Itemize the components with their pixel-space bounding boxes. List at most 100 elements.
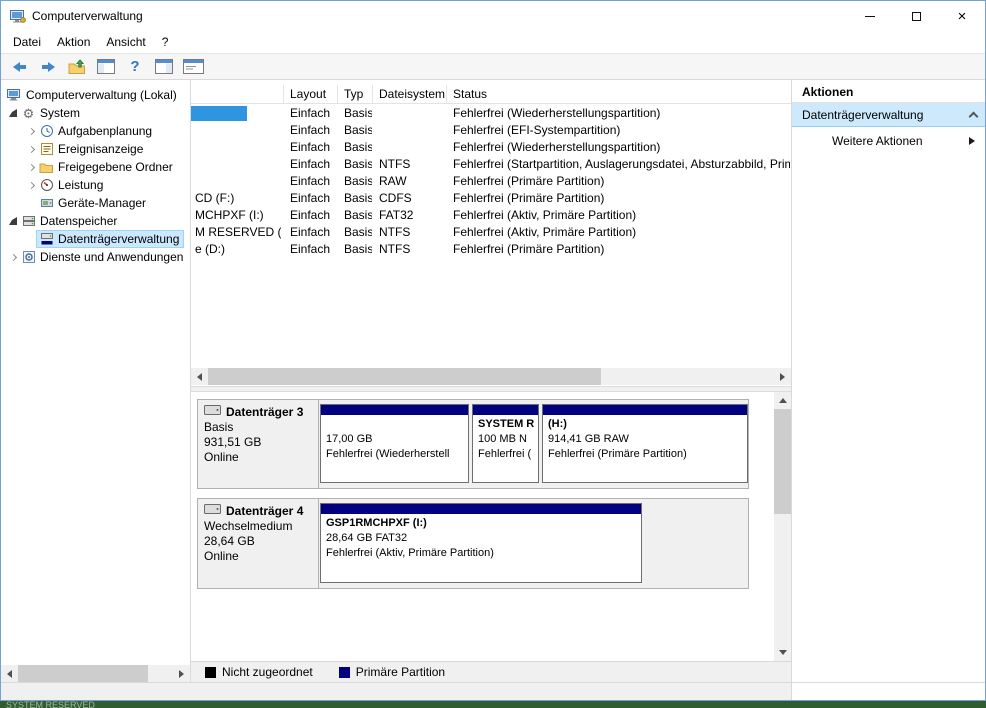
scroll-left-icon[interactable] <box>1 665 18 682</box>
primary-partition-color-bar <box>543 405 747 415</box>
chevron-collapsed-icon[interactable] <box>25 125 37 137</box>
chevron-collapsed-icon[interactable] <box>25 143 37 155</box>
disk-row-datentraeger-4: Datenträger 4 Wechselmedium 28,64 GB Onl… <box>197 498 749 589</box>
device-manager-icon <box>39 196 54 210</box>
volume-fs: NTFS <box>379 242 411 256</box>
scroll-left-icon[interactable] <box>191 368 208 385</box>
chevron-expanded-icon[interactable] <box>7 215 19 227</box>
tree-item-system[interactable]: ⚙ System <box>1 104 190 122</box>
partition-system-reserved[interactable]: SYSTEM R 100 MB N Fehlerfrei ( <box>472 404 539 483</box>
tree-item-datentraegerverwaltung[interactable]: Datenträgerverwaltung <box>1 230 190 248</box>
volume-list-header: Layout Typ Dateisystem Status <box>191 85 791 104</box>
menu-help[interactable]: ? <box>154 32 177 52</box>
screen: Computerverwaltung × Datei Aktion Ansich… <box>0 0 986 708</box>
chevron-collapsed-icon[interactable] <box>25 179 37 191</box>
unallocated-swatch-icon <box>205 666 216 678</box>
performance-icon <box>39 178 54 192</box>
volume-typ: Basis <box>344 225 372 239</box>
volume-name: MCHPXF (I:) <box>195 208 264 222</box>
collapse-chevron-up-icon[interactable] <box>968 111 979 121</box>
computer-management-window: Computerverwaltung × Datei Aktion Ansich… <box>0 0 986 701</box>
volume-layout: Einfach <box>290 140 331 154</box>
tree-item-ereignisanzeige[interactable]: Ereignisanzeige <box>1 140 190 158</box>
volume-layout: Einfach <box>290 242 331 256</box>
scroll-right-icon[interactable] <box>173 665 190 682</box>
help-icon[interactable]: ? <box>124 56 146 78</box>
volume-typ: Basis <box>344 157 372 171</box>
tree-item-datenspeicher[interactable]: Datenspeicher <box>1 212 190 230</box>
menu-bar: Datei Aktion Ansicht ? <box>1 31 985 53</box>
tree-horizontal-scrollbar[interactable] <box>1 665 190 682</box>
tree-item-computerverwaltung[interactable]: Computerverwaltung (Lokal) <box>1 86 190 104</box>
tree-item-leistung[interactable]: Leistung <box>1 176 190 194</box>
volume-row[interactable]: Einfach Basis NTFS Fehlerfrei (Startpart… <box>191 156 791 173</box>
volume-row[interactable]: MCHPXF (I:) Einfach Basis FAT32 Fehlerfr… <box>191 207 791 224</box>
status-bar-right-section <box>791 683 985 700</box>
volume-row[interactable]: Einfach Basis Fehlerfrei (Wiederherstell… <box>191 139 791 156</box>
partition-recovery[interactable]: 17,00 GB Fehlerfrei (Wiederherstell <box>320 404 469 483</box>
graphic-view-vertical-scrollbar[interactable] <box>774 392 791 661</box>
scroll-up-icon[interactable] <box>774 392 791 409</box>
action-group-datentraegerverwaltung[interactable]: Datenträgerverwaltung <box>792 103 985 127</box>
volume-status: Fehlerfrei (Primäre Partition) <box>453 191 605 205</box>
column-header-layout[interactable]: Layout <box>284 85 338 104</box>
disk-media-type: Basis <box>204 420 234 434</box>
services-icon <box>21 250 36 264</box>
volume-typ: Basis <box>344 242 372 256</box>
volume-row[interactable]: CD (F:) Einfach Basis CDFS Fehlerfrei (P… <box>191 190 791 207</box>
forward-arrow-icon[interactable] <box>37 56 59 78</box>
maximize-button[interactable] <box>893 1 939 31</box>
scrollbar-thumb[interactable] <box>774 409 791 514</box>
background-window-strip: SYSTEM RESERVED <box>0 701 986 708</box>
storage-icon <box>21 214 36 228</box>
disk-header-datentraeger-3[interactable]: Datenträger 3 Basis 931,51 GB Online <box>198 400 319 488</box>
scrollbar-thumb[interactable] <box>18 665 148 682</box>
show-console-tree-icon[interactable] <box>95 56 117 78</box>
volume-row[interactable]: Einfach Basis Fehlerfrei (Wiederherstell… <box>191 105 791 122</box>
column-header-volume[interactable] <box>191 85 284 104</box>
volume-status: Fehlerfrei (Aktiv, Primäre Partition) <box>453 208 637 222</box>
chevron-collapsed-icon[interactable] <box>7 251 19 263</box>
tree-item-freigegebene-ordner[interactable]: Freigegebene Ordner <box>1 158 190 176</box>
properties-window-icon[interactable] <box>182 56 204 78</box>
volume-name: CD (F:) <box>195 191 235 205</box>
partition-legend: Nicht zugeordnet Primäre Partition <box>191 661 791 682</box>
menu-aktion[interactable]: Aktion <box>49 32 98 52</box>
tree-item-dienste-und-anwendungen[interactable]: Dienste und Anwendungen <box>1 248 190 266</box>
partition-h[interactable]: (H:) 914,41 GB RAW Fehlerfrei (Primäre P… <box>542 404 748 483</box>
column-header-dateisystem[interactable]: Dateisystem <box>373 85 447 104</box>
partition-i[interactable]: GSP1RMCHPXF (I:) 28,64 GB FAT32 Fehlerfr… <box>320 503 642 583</box>
partition-status: Fehlerfrei ( <box>478 448 532 460</box>
volume-list-horizontal-scrollbar[interactable] <box>191 368 791 385</box>
scroll-right-icon[interactable] <box>774 368 791 385</box>
task-scheduler-icon <box>39 124 54 138</box>
close-button[interactable]: × <box>939 1 985 31</box>
partition-size: 914,41 GB RAW <box>548 433 629 445</box>
disk-drive-icon <box>204 504 222 519</box>
disk-header-datentraeger-4[interactable]: Datenträger 4 Wechselmedium 28,64 GB Onl… <box>198 499 319 588</box>
scroll-down-icon[interactable] <box>774 644 791 661</box>
column-header-typ[interactable]: Typ <box>338 85 373 104</box>
minimize-button[interactable] <box>847 1 893 31</box>
back-arrow-icon[interactable] <box>8 56 30 78</box>
chevron-expanded-icon[interactable] <box>7 107 19 119</box>
actions-pane-title: Aktionen <box>792 80 985 103</box>
menu-datei[interactable]: Datei <box>5 32 49 52</box>
chevron-collapsed-icon[interactable] <box>25 161 37 173</box>
volume-row[interactable]: Einfach Basis RAW Fehlerfrei (Primäre Pa… <box>191 173 791 190</box>
tree-item-geraete-manager[interactable]: Geräte-Manager <box>1 194 190 212</box>
menu-ansicht[interactable]: Ansicht <box>98 32 153 52</box>
minimize-icon <box>865 15 875 17</box>
scrollbar-thumb[interactable] <box>208 368 601 385</box>
volume-status: Fehlerfrei (Aktiv, Primäre Partition) <box>453 225 637 239</box>
volume-row[interactable]: M RESERVED (G:) Einfach Basis NTFS Fehle… <box>191 224 791 241</box>
volume-row[interactable]: Einfach Basis Fehlerfrei (EFI-Systempart… <box>191 122 791 139</box>
show-action-pane-icon[interactable] <box>153 56 175 78</box>
tree-item-aufgabenplanung[interactable]: Aufgabenplanung <box>1 122 190 140</box>
action-weitere-aktionen[interactable]: Weitere Aktionen <box>792 127 985 155</box>
up-level-icon[interactable] <box>66 56 88 78</box>
title-bar[interactable]: Computerverwaltung × <box>1 1 985 31</box>
volume-row[interactable]: e (D:) Einfach Basis NTFS Fehlerfrei (Pr… <box>191 241 791 258</box>
column-header-status[interactable]: Status <box>447 85 791 104</box>
volume-status: Fehlerfrei (Primäre Partition) <box>453 242 605 256</box>
